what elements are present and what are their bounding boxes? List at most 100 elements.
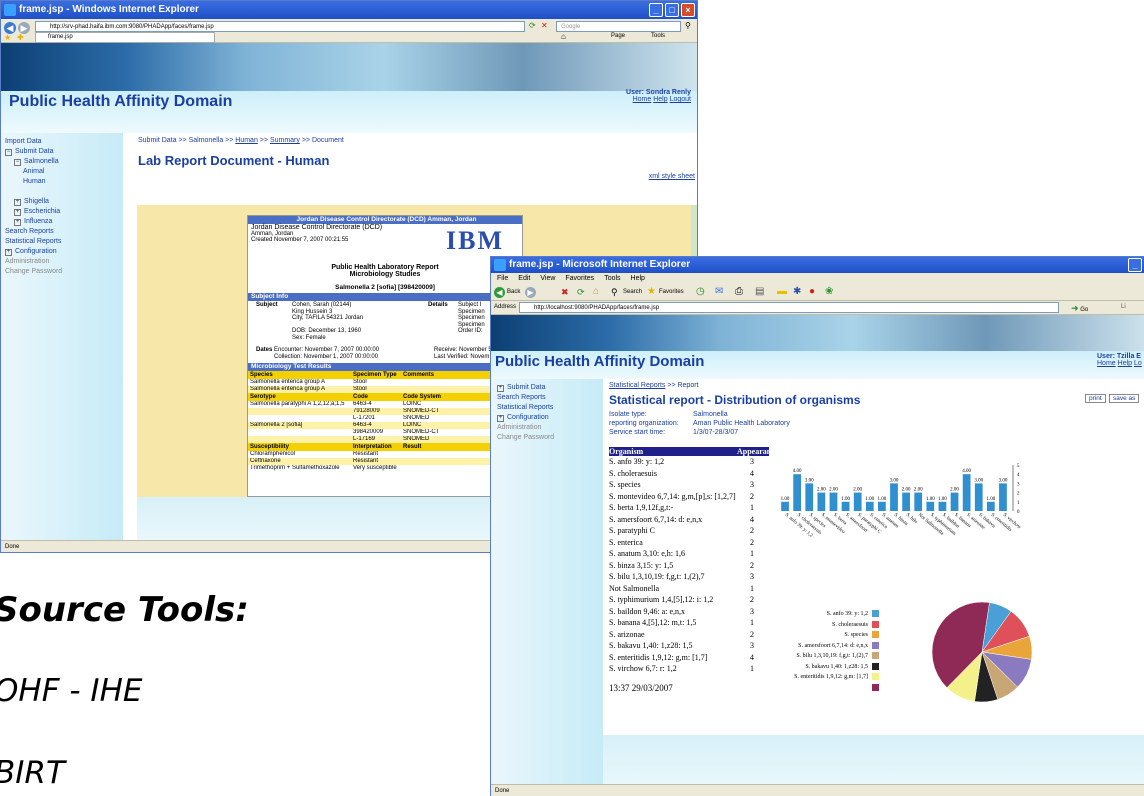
- print-button[interactable]: print: [1085, 394, 1106, 403]
- close-button[interactable]: ×: [681, 3, 695, 17]
- minimize-button[interactable]: _: [1128, 258, 1142, 272]
- sidebar-item[interactable]: Statistical Reports: [5, 237, 123, 247]
- folder-icon[interactable]: ▬: [777, 286, 787, 297]
- refresh-icon[interactable]: ⟳: [577, 287, 585, 298]
- subject-label: Subject: [256, 302, 278, 308]
- menu-item[interactable]: Favorites: [565, 275, 594, 282]
- sidebar-item[interactable]: Animal: [5, 167, 123, 177]
- page-title: Lab Report Document - Human: [138, 153, 330, 168]
- history-icon[interactable]: ◷: [696, 286, 705, 297]
- expander-icon[interactable]: −: [14, 159, 21, 166]
- expander-icon[interactable]: +: [14, 219, 21, 226]
- edit-icon[interactable]: ▤: [755, 286, 764, 297]
- breadcrumb-summary-link[interactable]: Summary: [270, 137, 300, 144]
- expander-icon[interactable]: −: [5, 149, 12, 156]
- forward-icon[interactable]: ▶: [525, 287, 536, 298]
- sidebar-item[interactable]: + Configuration: [497, 413, 603, 423]
- sidebar-item[interactable]: − Salmonella: [5, 157, 123, 167]
- sidebar-item[interactable]: Administration: [497, 423, 603, 433]
- home-link[interactable]: Home: [1097, 360, 1116, 367]
- tools-menu[interactable]: Tools: [651, 33, 665, 39]
- table-row: S. anatum 3,10: e,h: 1,6 1: [609, 548, 769, 560]
- save-as-button[interactable]: save as: [1109, 394, 1140, 403]
- sidebar-item[interactable]: Change Password: [497, 433, 603, 443]
- bluetooth-icon[interactable]: ✱: [793, 286, 801, 297]
- help-link[interactable]: Help: [653, 96, 667, 103]
- sidebar-item[interactable]: Search Reports: [497, 393, 603, 403]
- addon-icon[interactable]: ●: [809, 286, 815, 297]
- stop-icon[interactable]: ✕: [541, 21, 548, 30]
- links-label[interactable]: Li: [1121, 304, 1126, 310]
- sidebar-item[interactable]: Change Password: [5, 267, 123, 277]
- home-icon[interactable]: ⌂: [561, 32, 566, 41]
- search-input[interactable]: Google: [556, 21, 681, 32]
- back-icon[interactable]: ◀: [494, 287, 505, 298]
- search-icon[interactable]: ⚲: [685, 21, 691, 30]
- sidebar-item[interactable]: Import Data: [5, 137, 123, 147]
- details-line: Subject I: [458, 302, 482, 308]
- page-menu[interactable]: Page: [611, 33, 625, 39]
- sidebar-item[interactable]: Statistical Reports: [497, 403, 603, 413]
- bar-value-label: 1.00: [926, 497, 935, 502]
- favorites-star-icon[interactable]: ★: [647, 286, 656, 297]
- menu-item[interactable]: Help: [631, 275, 645, 282]
- sidebar-item[interactable]: Human: [5, 177, 123, 187]
- breadcrumb-human-link[interactable]: Human: [235, 137, 258, 144]
- table-cell: 79128009: [353, 408, 380, 414]
- table-row: Salmonella paratyphi A 1,2,12;a;1,5 6463-…: [248, 401, 522, 408]
- address-bar[interactable]: http://srv-phad.haifa.ibm.com:9080/PHADA…: [35, 21, 525, 32]
- favorites-star-icon[interactable]: ★: [4, 33, 11, 42]
- expander-icon[interactable]: +: [497, 415, 504, 422]
- app-header: Public Health Affinity Domain User: Sond…: [1, 89, 697, 133]
- sidebar-item[interactable]: + Escherichia: [5, 207, 123, 217]
- sidebar-item[interactable]: Administration: [5, 257, 123, 267]
- address-bar[interactable]: http://localhost:9080/PHADApp/faces/fram…: [519, 302, 1059, 313]
- bar: [781, 501, 789, 511]
- expander-icon[interactable]: +: [497, 385, 504, 392]
- maximize-button[interactable]: □: [665, 3, 679, 17]
- xml-stylesheet-link[interactable]: xml style sheet: [649, 173, 695, 180]
- menu-item[interactable]: Edit: [518, 275, 530, 282]
- search-icon[interactable]: ⚲: [611, 287, 618, 298]
- help-link[interactable]: Help: [1118, 360, 1132, 367]
- sidebar-item[interactable]: − Submit Data: [5, 147, 123, 157]
- home-link[interactable]: Home: [633, 96, 652, 103]
- sidebar-item[interactable]: + Submit Data: [497, 383, 603, 393]
- bar-value-label: 2.00: [817, 488, 826, 493]
- breadcrumb-statistical-link[interactable]: Statistical Reports: [609, 382, 665, 389]
- add-favorites-icon[interactable]: ✚: [17, 33, 24, 42]
- expander-icon[interactable]: +: [14, 199, 21, 206]
- refresh-icon[interactable]: ⟳: [529, 21, 536, 30]
- sidebar-item[interactable]: Search Reports: [5, 227, 123, 237]
- app-header: Public Health Affinity Domain User: Tzil…: [491, 351, 1144, 379]
- print-icon[interactable]: ⎙: [735, 286, 743, 297]
- legend-label: S. amersfoort 6,7,14: d: e,n,x: [798, 642, 868, 649]
- minimize-button[interactable]: _: [649, 3, 663, 17]
- sidebar-item[interactable]: [5, 187, 123, 197]
- expander-icon[interactable]: +: [14, 209, 21, 216]
- sidebar-item[interactable]: + Configuration: [5, 247, 123, 257]
- logout-link[interactable]: Lo: [1134, 360, 1142, 367]
- favorites-label[interactable]: Favorites: [659, 289, 684, 295]
- bar: [938, 501, 947, 511]
- mail-icon[interactable]: ✉: [715, 286, 723, 297]
- go-button[interactable]: ➜ Go: [1071, 303, 1088, 314]
- menu-item[interactable]: View: [540, 275, 555, 282]
- organism-cell: S. anfo 39: y: 1,2: [609, 457, 665, 466]
- sidebar-item[interactable]: + Shigella: [5, 197, 123, 207]
- table-row: S. enterica 2: [609, 537, 769, 549]
- sidebar-item[interactable]: + Influenza: [5, 217, 123, 227]
- menu-item[interactable]: Tools: [604, 275, 620, 282]
- expander-icon[interactable]: +: [5, 249, 12, 256]
- browser-tab[interactable]: frame.jsp: [35, 32, 215, 43]
- messenger-icon[interactable]: ❀: [825, 286, 833, 297]
- menu-item[interactable]: File: [497, 275, 508, 282]
- home-icon[interactable]: ⌂: [593, 286, 599, 297]
- details-label: Details: [428, 302, 448, 308]
- search-label[interactable]: Search: [623, 289, 642, 295]
- logout-link[interactable]: Logout: [670, 96, 691, 103]
- sidebar-item-label: Import Data: [5, 138, 42, 145]
- stop-icon[interactable]: ✖: [561, 287, 569, 298]
- back-label[interactable]: Back: [507, 289, 520, 295]
- user-name: User: Tzilla E: [1097, 353, 1141, 360]
